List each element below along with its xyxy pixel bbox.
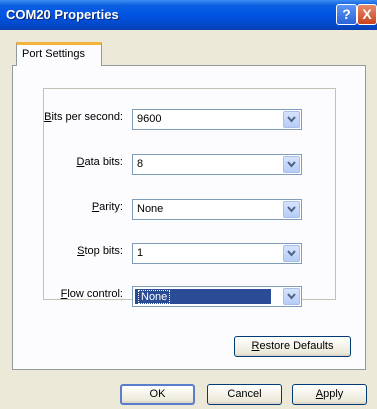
stop-bits-label: Stop bits: <box>77 245 123 257</box>
bits-per-second-label: Bits per second: <box>44 111 123 123</box>
stop-bits-value: 1 <box>137 247 144 259</box>
settings-group: Bits per second: 9600 Data bits: 8 Parit… <box>43 88 336 307</box>
parity-select[interactable]: None <box>132 199 302 220</box>
chevron-down-icon[interactable] <box>283 245 300 262</box>
close-icon: X <box>362 6 372 22</box>
chevron-down-icon[interactable] <box>283 111 300 128</box>
bits-per-second-select[interactable]: 9600 <box>132 109 302 130</box>
tab-panel: Bits per second: 9600 Data bits: 8 Parit… <box>12 65 366 370</box>
chevron-down-icon[interactable] <box>283 288 300 305</box>
parity-label: Parity: <box>91 201 123 213</box>
cancel-button[interactable]: Cancel <box>207 384 282 405</box>
bits-per-second-value: 9600 <box>137 113 162 125</box>
help-button[interactable]: ? <box>336 4 357 25</box>
data-bits-select[interactable]: 8 <box>132 154 302 175</box>
ok-button[interactable]: OK <box>120 384 195 405</box>
window-title: COM20 Properties <box>6 7 119 22</box>
parity-value: None <box>137 203 164 215</box>
close-button[interactable]: X <box>357 4 377 25</box>
data-bits-label: Data bits: <box>76 156 123 168</box>
tab-port-settings[interactable]: Port Settings <box>16 42 102 66</box>
title-bar: COM20 Properties ? X <box>0 0 377 30</box>
flow-control-value: None <box>138 290 171 304</box>
restore-defaults-button[interactable]: Restore Defaults <box>234 336 351 357</box>
flow-control-label: Flow control: <box>60 288 123 300</box>
flow-control-select[interactable]: None <box>132 286 302 307</box>
apply-button[interactable]: Apply <box>292 384 367 405</box>
help-icon: ? <box>342 6 351 22</box>
data-bits-value: 8 <box>137 158 144 170</box>
stop-bits-select[interactable]: 1 <box>132 243 302 264</box>
chevron-down-icon[interactable] <box>283 201 300 218</box>
chevron-down-icon[interactable] <box>283 156 300 173</box>
tab-label: Port Settings <box>22 48 85 60</box>
